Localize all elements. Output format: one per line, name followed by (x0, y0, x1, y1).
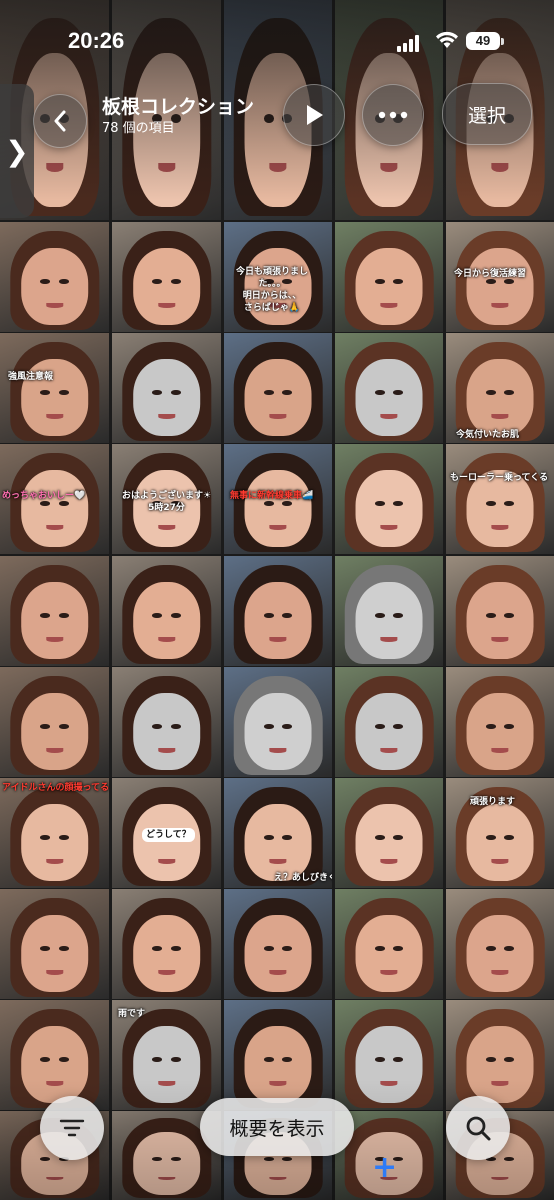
photo-thumbnail[interactable] (0, 222, 109, 332)
photo-thumbnail[interactable] (224, 667, 332, 777)
thumbnail-caption: 頑張ります (470, 797, 516, 807)
photo-thumbnail[interactable] (335, 667, 443, 777)
status-time: 20:26 (68, 28, 125, 53)
show-summary-button[interactable]: 概要を表示 (200, 1098, 354, 1156)
photo-thumbnail[interactable] (446, 556, 554, 666)
battery-indicator: 49 (466, 32, 504, 50)
photo-thumbnail[interactable] (224, 333, 332, 443)
thumbnail-caption: え？あしびきくない？ (274, 873, 332, 883)
thumbnail-caption: 今日から復活練習 (454, 269, 527, 279)
wifi-icon (436, 31, 458, 51)
photo-thumbnail[interactable] (112, 333, 221, 443)
more-button[interactable] (362, 84, 424, 146)
item-count: 78 個の項目 (102, 121, 175, 136)
thumbnail-caption: 今日も頑張りまし た。。。 明日からは、、 さらばじゃ🙏 (236, 267, 309, 313)
thumbnail-caption: 雨です (118, 1009, 146, 1019)
back-button[interactable] (33, 94, 87, 148)
photo-thumbnail[interactable]: めっちゃおいしー🤍 (0, 444, 109, 554)
photo-thumbnail[interactable] (112, 667, 221, 777)
photo-thumbnail[interactable] (112, 889, 221, 999)
thumbnail-caption: 強風注意報 (8, 372, 54, 382)
photo-thumbnail[interactable] (446, 889, 554, 999)
photo-thumbnail[interactable]: どうして？ (112, 778, 221, 888)
photo-thumbnail[interactable]: 今日から復活練習 (446, 222, 554, 332)
filter-button[interactable] (40, 1096, 104, 1160)
thumbnail-caption: どうして？ (142, 828, 195, 842)
thumbnail-caption: もーローラー乗ってくる (450, 473, 549, 483)
photo-thumbnail[interactable] (446, 667, 554, 777)
photo-thumbnail[interactable] (335, 222, 443, 332)
photo-thumbnail[interactable] (224, 889, 332, 999)
cellular-signal-icon (397, 34, 425, 52)
photo-thumbnail[interactable]: おはようございます☀ 5時27分 (112, 444, 221, 554)
photo-thumbnail[interactable]: 強風注意報 (0, 333, 109, 443)
photo-thumbnail[interactable]: え？あしびきくない？ (224, 778, 332, 888)
photo-thumbnail[interactable]: 頑張ります (446, 778, 554, 888)
photo-thumbnail[interactable] (112, 222, 221, 332)
chevron-left-icon (54, 110, 66, 132)
photo-thumbnail[interactable]: アイドルさんの顔撮ってる (0, 778, 109, 888)
photo-thumbnail[interactable] (335, 778, 443, 888)
photo-thumbnail[interactable]: 無事に新幹線乗車🚄 (224, 444, 332, 554)
thumbnail-caption: 無事に新幹線乗車🚄 (230, 491, 314, 501)
photo-thumbnail[interactable]: もーローラー乗ってくる (446, 444, 554, 554)
search-icon (466, 1116, 491, 1141)
sidebar-toggle[interactable]: ❯ (0, 84, 34, 218)
photo-thumbnail[interactable] (335, 444, 443, 554)
filter-icon (59, 1119, 85, 1137)
photo-thumbnail[interactable] (0, 556, 109, 666)
status-bar: 20:26 49 (0, 26, 554, 60)
thumbnail-caption: めっちゃおいしー🤍 (2, 491, 86, 501)
slideshow-button[interactable] (283, 84, 345, 146)
photo-thumbnail[interactable]: 今気付いたお肌 (446, 333, 554, 443)
photo-thumbnail[interactable] (112, 556, 221, 666)
plus-icon[interactable]: + (372, 1150, 397, 1185)
photo-thumbnail[interactable] (224, 556, 332, 666)
album-title: 板根コレクション (102, 96, 255, 118)
photo-thumbnail[interactable] (0, 667, 109, 777)
more-icon (378, 111, 408, 119)
photo-thumbnail[interactable] (335, 889, 443, 999)
photo-thumbnail[interactable]: 今日も頑張りまし た。。。 明日からは、、 さらばじゃ🙏 (224, 222, 332, 332)
photo-thumbnail[interactable] (335, 556, 443, 666)
photo-thumbnail[interactable] (335, 333, 443, 443)
thumbnail-caption: 今気付いたお肌 (456, 430, 520, 440)
play-icon (307, 105, 323, 125)
photo-thumbnail[interactable] (0, 889, 109, 999)
thumbnail-caption: アイドルさんの顔撮ってる (2, 783, 109, 793)
select-button[interactable]: 選択 (442, 83, 532, 145)
sidebar-toggle-icon: ❯ (5, 134, 29, 168)
search-button[interactable] (446, 1096, 510, 1160)
thumbnail-caption: おはようございます☀ 5時27分 (122, 491, 212, 513)
